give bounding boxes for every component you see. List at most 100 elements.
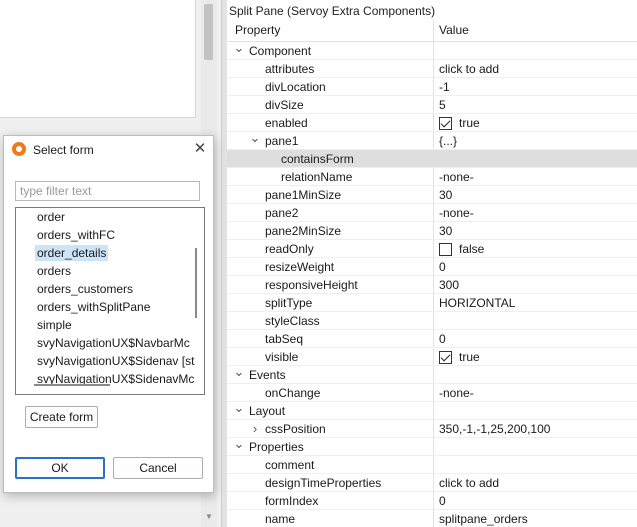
property-value[interactable]: true (439, 114, 480, 132)
property-row[interactable]: pane2 -none- (227, 204, 637, 222)
property-name: splitType (265, 296, 313, 310)
property-name: divSize (265, 98, 304, 112)
property-row[interactable]: styleClass (227, 312, 637, 330)
property-row[interactable]: pane2MinSize 30 (227, 222, 637, 240)
form-list-item[interactable]: svyNavigationUX$Sidenav [st (16, 352, 198, 370)
property-row[interactable]: resizeWeight 0 (227, 258, 637, 276)
property-value[interactable]: -1 (439, 78, 450, 96)
form-list-item[interactable]: orders_withFC (16, 226, 198, 244)
form-list[interactable]: order orders_withFC order_details orders ord… (15, 207, 205, 395)
property-value[interactable]: HORIZONTAL (439, 294, 515, 312)
create-form-button[interactable]: Create form (25, 406, 98, 428)
property-value-text: 30 (439, 188, 453, 202)
scroll-down-arrow-icon[interactable]: ▼ (205, 512, 213, 521)
property-row[interactable]: designTimeProperties click to add (227, 474, 637, 492)
property-value[interactable]: -none- (439, 384, 474, 402)
property-row[interactable]: relationName -none- (227, 168, 637, 186)
checkbox[interactable] (439, 350, 452, 364)
chevron-down-icon[interactable]: ⌄ (233, 401, 245, 414)
form-name: order_details (35, 245, 109, 261)
property-row[interactable]: readOnly false (227, 240, 637, 258)
property-row[interactable]: pane1MinSize 30 (227, 186, 637, 204)
checkbox[interactable] (439, 116, 452, 130)
form-list-item[interactable]: svyNavigationUX$NavbarMc (16, 334, 198, 352)
property-value[interactable]: 5 (439, 96, 446, 114)
property-name: Events (249, 368, 286, 382)
editor-scroll-thumb[interactable] (204, 4, 213, 60)
checkbox[interactable] (439, 242, 452, 256)
chevron-right-icon[interactable]: › (249, 420, 261, 438)
list-vertical-scroll-thumb[interactable] (195, 248, 197, 318)
property-value-text: 0 (439, 332, 446, 346)
property-row[interactable]: ⌄ Component (227, 41, 637, 60)
property-value[interactable]: click to add (439, 60, 499, 78)
property-value[interactable]: 30 (439, 186, 452, 204)
form-list-item[interactable]: order_details (16, 244, 198, 262)
property-name: formIndex (265, 494, 319, 508)
value-column-header[interactable]: Value (439, 23, 469, 37)
property-value[interactable]: 0 (439, 330, 446, 348)
form-list-item[interactable]: orders_customers (16, 280, 198, 298)
property-row[interactable]: containsForm (227, 150, 637, 168)
property-row[interactable]: divSize 5 (227, 96, 637, 114)
property-value[interactable]: {...} (439, 132, 457, 150)
close-icon[interactable]: ✕ (192, 140, 208, 158)
property-row[interactable]: divLocation -1 (227, 78, 637, 96)
property-row[interactable]: formIndex 0 (227, 492, 637, 510)
property-row[interactable]: tabSeq 0 (227, 330, 637, 348)
form-list-item[interactable]: order (16, 208, 198, 226)
property-value[interactable]: 30 (439, 222, 452, 240)
property-row[interactable]: splitType HORIZONTAL (227, 294, 637, 312)
property-value[interactable]: splitpane_orders (439, 510, 528, 527)
form-name: svyNavigationUX$Sidenav [st (37, 354, 195, 368)
property-row[interactable]: ⌄ pane1 {...} (227, 131, 637, 150)
property-value[interactable]: 0 (439, 258, 446, 276)
property-value[interactable]: -none- (439, 168, 474, 186)
property-name: pane2MinSize (265, 224, 342, 238)
property-value[interactable]: false (439, 240, 484, 258)
property-value[interactable]: 350,-1,-1,25,200,100 (439, 420, 550, 438)
property-name: readOnly (265, 242, 314, 256)
property-value[interactable]: click to add (439, 474, 499, 492)
property-name: divLocation (265, 80, 326, 94)
properties-panel: Split Pane (Servoy Extra Components) Pro… (227, 0, 637, 527)
filter-input[interactable] (15, 181, 200, 201)
form-list-item[interactable]: orders (16, 262, 198, 280)
property-value-text: 0 (439, 260, 446, 274)
dialog-titlebar[interactable]: Select form ✕ (4, 136, 213, 164)
cancel-button[interactable]: Cancel (113, 457, 203, 479)
property-row[interactable]: comment (227, 456, 637, 474)
list-horizontal-scroll-thumb[interactable] (34, 384, 110, 386)
property-row[interactable]: attributes click to add (227, 60, 637, 78)
chevron-down-icon[interactable]: ⌄ (233, 41, 245, 54)
property-column-header[interactable]: Property (235, 23, 280, 37)
editor-canvas[interactable] (0, 0, 196, 118)
property-row[interactable]: enabled true (227, 114, 637, 132)
chevron-down-icon[interactable]: ⌄ (233, 437, 245, 450)
property-value-text: HORIZONTAL (439, 296, 516, 310)
property-name: containsForm (281, 152, 354, 166)
form-name: orders_customers (37, 282, 134, 296)
dialog-title: Select form (33, 143, 94, 157)
property-row[interactable]: › cssPosition 350,-1,-1,25,200,100 (227, 420, 637, 438)
ok-button[interactable]: OK (15, 457, 105, 479)
property-value[interactable]: true (439, 348, 480, 366)
chevron-down-icon[interactable]: ⌄ (249, 131, 261, 144)
property-row[interactable]: ⌄ Layout (227, 401, 637, 420)
property-value-text: click to add (439, 62, 500, 76)
property-row[interactable]: visible true (227, 348, 637, 366)
property-value[interactable]: 0 (439, 492, 446, 510)
property-row[interactable]: responsiveHeight 300 (227, 276, 637, 294)
property-row[interactable]: ⌄ Properties (227, 437, 637, 456)
form-list-item[interactable]: simple (16, 316, 198, 334)
property-row[interactable]: ⌄ Events (227, 365, 637, 384)
form-list-item[interactable]: orders_withSplitPane (16, 298, 198, 316)
property-row[interactable]: name splitpane_orders (227, 510, 637, 527)
property-value[interactable]: 300 (439, 276, 459, 294)
properties-header: Property Value (227, 20, 637, 42)
property-row[interactable]: onChange -none- (227, 384, 637, 402)
property-value-text: 350,-1,-1,25,200,100 (439, 422, 551, 436)
chevron-down-icon[interactable]: ⌄ (233, 365, 245, 378)
property-value-text: -none- (439, 206, 474, 220)
property-value[interactable]: -none- (439, 204, 474, 222)
